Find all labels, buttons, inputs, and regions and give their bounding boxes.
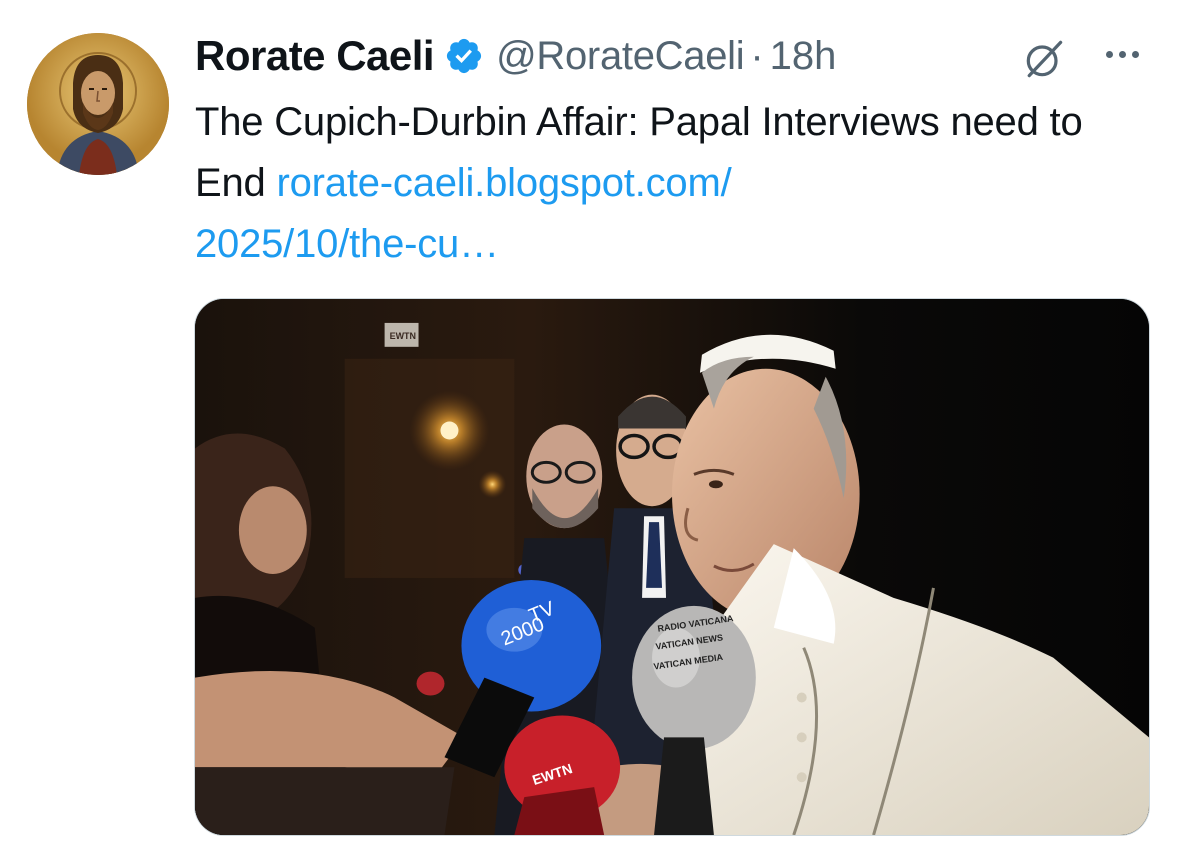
tweet-header: Rorate Caeli @RorateCaeli · 18h [195,28,836,84]
verified-badge-icon [444,36,484,76]
tweet-link-line2: 2025/10/the-cu… [195,222,499,266]
more-dot [1131,50,1139,58]
tweet-link[interactable]: rorate-caeli.blogspot.com/2025/10/the-cu… [195,161,732,266]
tweet-timestamp[interactable]: 18h [770,34,837,79]
grok-icon[interactable] [1018,33,1070,85]
tweet-media-photo[interactable]: TV 2000 RADIO VATICANA VATICAN NEWS VATI… [194,298,1150,836]
tweet-text: The Cupich-Durbin Affair: Papal Intervie… [195,92,1145,275]
avatar-icon-image [27,33,169,175]
more-dot [1118,50,1126,58]
header-separator: · [750,33,764,78]
more-options-icon[interactable] [1098,40,1146,68]
author-avatar[interactable] [27,33,169,175]
more-dot [1105,50,1113,58]
tweet-link-line1: rorate-caeli.blogspot.com/ [276,161,732,205]
author-handle[interactable]: @RorateCaeli [496,34,745,79]
sign-ewtn-label: EWTN [390,331,416,341]
author-name[interactable]: Rorate Caeli [195,32,435,80]
photo-illustration: TV 2000 RADIO VATICANA VATICAN NEWS VATI… [195,299,1149,835]
